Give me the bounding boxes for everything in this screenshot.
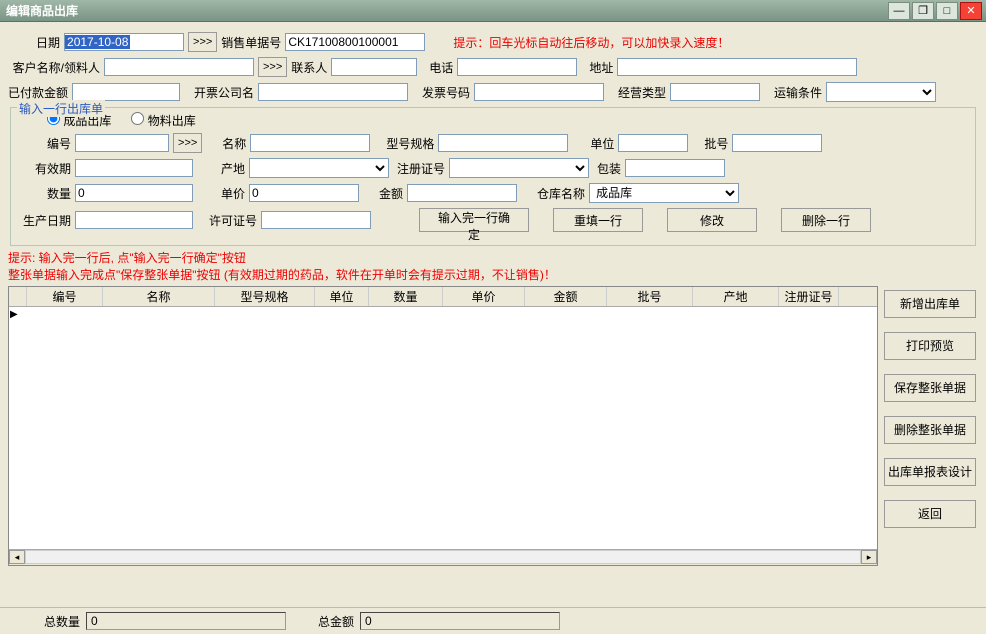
line-entry-group: 输入一行出库单 成品出库 物料出库 编号 >>> 名称 型号规格 单位 批号 有… bbox=[10, 107, 976, 246]
warehouse-select[interactable]: 成品库 bbox=[589, 183, 739, 203]
scroll-left-button[interactable]: ◂ bbox=[9, 550, 25, 564]
batch-label: 批号 bbox=[704, 135, 728, 152]
side-button-3[interactable]: 删除整张单据 bbox=[884, 416, 976, 444]
grid-col-5[interactable]: 数量 bbox=[369, 287, 443, 306]
batch-field[interactable] bbox=[732, 134, 822, 152]
amount-label: 金额 bbox=[379, 185, 403, 202]
origin-label: 产地 bbox=[221, 160, 245, 177]
regno-label: 注册证号 bbox=[397, 160, 445, 177]
contact-label: 联系人 bbox=[291, 59, 327, 76]
unit-label: 单位 bbox=[590, 135, 614, 152]
maximize-button[interactable]: □ bbox=[936, 2, 958, 20]
grid-col-4[interactable]: 单位 bbox=[315, 287, 369, 306]
expiry-label: 有效期 bbox=[35, 160, 71, 177]
order-number-field[interactable] bbox=[285, 33, 425, 51]
close-button[interactable]: ✕ bbox=[960, 2, 982, 20]
code-field[interactable] bbox=[75, 134, 169, 152]
expiry-field[interactable] bbox=[75, 159, 193, 177]
mfg-field[interactable] bbox=[75, 211, 193, 229]
line-entry-legend: 输入一行出库单 bbox=[17, 100, 105, 117]
qty-label: 数量 bbox=[47, 185, 71, 202]
side-button-4[interactable]: 出库单报表设计 bbox=[884, 458, 976, 486]
shipping-label: 运输条件 bbox=[774, 84, 822, 101]
side-button-1[interactable]: 打印预览 bbox=[884, 332, 976, 360]
invoice-company-field[interactable] bbox=[258, 83, 408, 101]
date-label: 日期 bbox=[36, 34, 60, 51]
phone-field[interactable] bbox=[457, 58, 577, 76]
customer-label: 客户名称/领料人 bbox=[8, 59, 100, 76]
total-qty-value: 0 bbox=[86, 612, 286, 630]
customer-lookup-button[interactable]: >>> bbox=[258, 57, 287, 77]
side-button-5[interactable]: 返回 bbox=[884, 500, 976, 528]
hint-line2: 整张单据输入完成点"保存整张单据"按钮 (有效期过期的药品，软件在开单时会有提示… bbox=[8, 267, 978, 284]
grid-col-6[interactable]: 单价 bbox=[443, 287, 525, 306]
shipping-select[interactable] bbox=[826, 82, 936, 102]
address-field[interactable] bbox=[617, 58, 857, 76]
name-field[interactable] bbox=[250, 134, 370, 152]
permit-field[interactable] bbox=[261, 211, 371, 229]
origin-select[interactable] bbox=[249, 158, 389, 178]
unit-field[interactable] bbox=[618, 134, 688, 152]
grid-col-3[interactable]: 型号规格 bbox=[215, 287, 315, 306]
biztype-field[interactable] bbox=[670, 83, 760, 101]
date-field[interactable]: 2017-10-08 bbox=[65, 35, 130, 49]
invoice-no-label: 发票号码 bbox=[422, 84, 470, 101]
window-controls: — ❐ □ ✕ bbox=[888, 2, 982, 20]
amount-field[interactable] bbox=[407, 184, 517, 202]
paid-field[interactable] bbox=[72, 83, 180, 101]
price-label: 单价 bbox=[221, 185, 245, 202]
invoice-no-field[interactable] bbox=[474, 83, 604, 101]
code-lookup-button[interactable]: >>> bbox=[173, 133, 202, 153]
warehouse-label: 仓库名称 bbox=[537, 185, 585, 202]
regno-select[interactable] bbox=[449, 158, 589, 178]
permit-label: 许可证号 bbox=[209, 212, 257, 229]
row-indicator-icon: ▶ bbox=[10, 309, 18, 320]
grid-col-7[interactable]: 金额 bbox=[525, 287, 607, 306]
window-title: 编辑商品出库 bbox=[4, 2, 78, 19]
grid-col-0[interactable] bbox=[9, 287, 27, 306]
qty-field[interactable] bbox=[75, 184, 193, 202]
paid-label: 已付款金额 bbox=[8, 84, 68, 101]
order-label: 销售单据号 bbox=[221, 34, 281, 51]
restore-button[interactable]: ❐ bbox=[912, 2, 934, 20]
contact-field[interactable] bbox=[331, 58, 417, 76]
biztype-label: 经营类型 bbox=[618, 84, 666, 101]
total-amt-value: 0 bbox=[360, 612, 560, 630]
date-next-button[interactable]: >>> bbox=[188, 32, 217, 52]
invoice-company-label: 开票公司名 bbox=[194, 84, 254, 101]
grid-col-2[interactable]: 名称 bbox=[103, 287, 215, 306]
total-qty-label: 总数量 bbox=[44, 613, 80, 630]
grid-col-9[interactable]: 产地 bbox=[693, 287, 779, 306]
entry-hint: 提示：回车光标自动往后移动，可以加快录入速度！ bbox=[453, 34, 729, 51]
grid-col-10[interactable]: 注册证号 bbox=[779, 287, 839, 306]
pack-label: 包装 bbox=[597, 160, 621, 177]
customer-field[interactable] bbox=[104, 58, 254, 76]
spec-field[interactable] bbox=[438, 134, 568, 152]
address-label: 地址 bbox=[589, 59, 613, 76]
refill-line-button[interactable]: 重填一行 bbox=[553, 208, 643, 232]
code-label: 编号 bbox=[47, 135, 71, 152]
side-button-2[interactable]: 保存整张单据 bbox=[884, 374, 976, 402]
mfg-label: 生产日期 bbox=[23, 212, 71, 229]
total-amt-label: 总金额 bbox=[318, 613, 354, 630]
confirm-line-button[interactable]: 输入完一行确定 bbox=[419, 208, 529, 232]
spec-label: 型号规格 bbox=[386, 135, 434, 152]
minimize-button[interactable]: — bbox=[888, 2, 910, 20]
grid-col-1[interactable]: 编号 bbox=[27, 287, 103, 306]
grid[interactable]: 编号名称型号规格单位数量单价金额批号产地注册证号 ▶ ◂ ▸ bbox=[8, 286, 878, 566]
title-bar: 编辑商品出库 — ❐ □ ✕ bbox=[0, 0, 986, 22]
phone-label: 电话 bbox=[429, 59, 453, 76]
side-button-0[interactable]: 新增出库单 bbox=[884, 290, 976, 318]
modify-button[interactable]: 修改 bbox=[667, 208, 757, 232]
name-label: 名称 bbox=[222, 135, 246, 152]
delete-line-button[interactable]: 删除一行 bbox=[781, 208, 871, 232]
scroll-right-button[interactable]: ▸ bbox=[861, 550, 877, 564]
price-field[interactable] bbox=[249, 184, 359, 202]
hint-line1: 提示: 输入完一行后, 点"输入完一行确定"按钮 bbox=[8, 250, 978, 267]
radio-material[interactable]: 物料出库 bbox=[131, 112, 195, 129]
pack-field[interactable] bbox=[625, 159, 725, 177]
horizontal-scrollbar[interactable]: ◂ ▸ bbox=[9, 549, 877, 565]
grid-col-8[interactable]: 批号 bbox=[607, 287, 693, 306]
